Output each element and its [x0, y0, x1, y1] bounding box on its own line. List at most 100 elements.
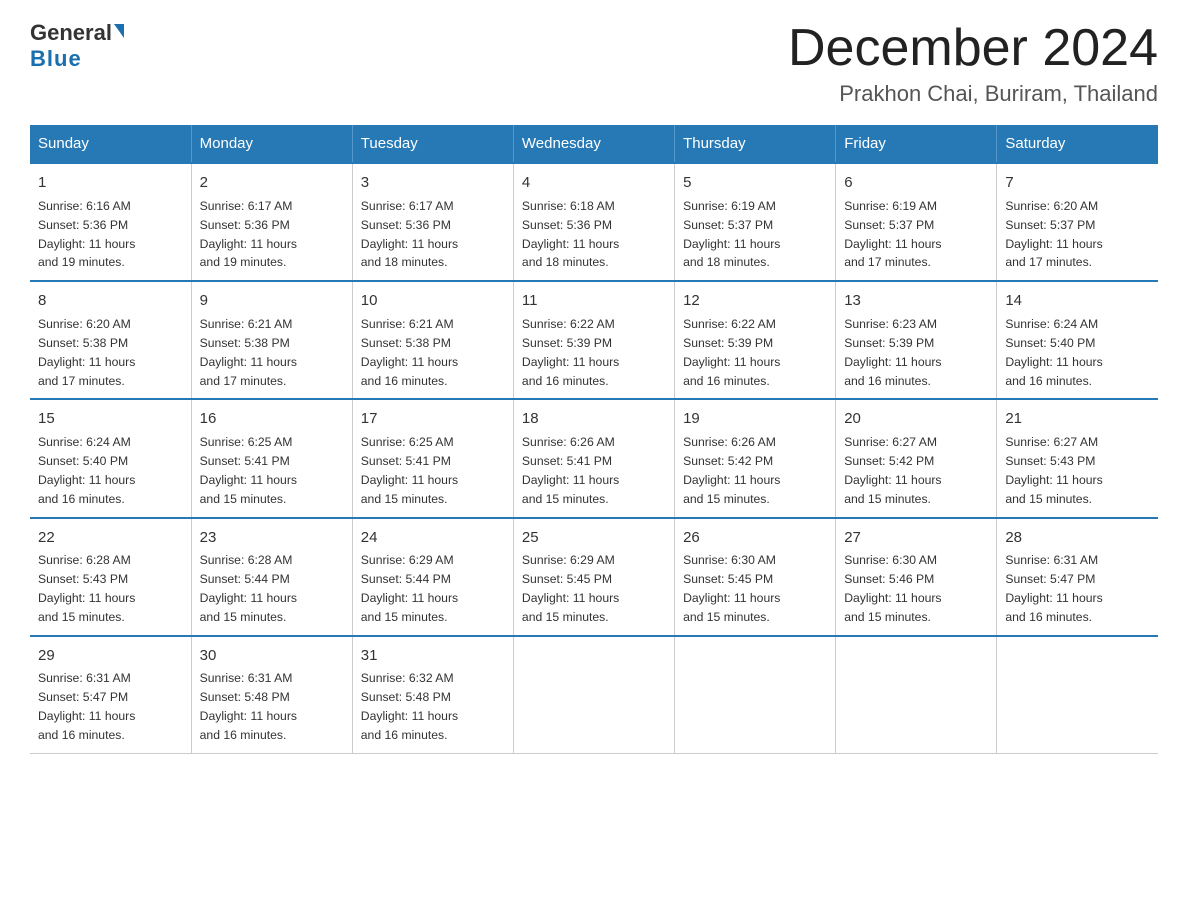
day-info: Sunrise: 6:27 AMSunset: 5:43 PMDaylight:…	[1005, 435, 1102, 506]
day-info: Sunrise: 6:26 AMSunset: 5:41 PMDaylight:…	[522, 435, 619, 506]
calendar-cell: 2 Sunrise: 6:17 AMSunset: 5:36 PMDayligh…	[191, 163, 352, 281]
day-number: 8	[38, 290, 183, 313]
day-info: Sunrise: 6:31 AMSunset: 5:47 PMDaylight:…	[38, 671, 135, 742]
calendar-cell: 10 Sunrise: 6:21 AMSunset: 5:38 PMDaylig…	[352, 281, 513, 399]
calendar-week-1: 1 Sunrise: 6:16 AMSunset: 5:36 PMDayligh…	[30, 163, 1158, 281]
calendar-cell: 6 Sunrise: 6:19 AMSunset: 5:37 PMDayligh…	[836, 163, 997, 281]
day-number: 27	[844, 527, 988, 550]
day-info: Sunrise: 6:28 AMSunset: 5:44 PMDaylight:…	[200, 553, 297, 624]
calendar-week-4: 22 Sunrise: 6:28 AMSunset: 5:43 PMDaylig…	[30, 518, 1158, 636]
day-info: Sunrise: 6:19 AMSunset: 5:37 PMDaylight:…	[683, 199, 780, 270]
calendar-cell	[513, 636, 674, 754]
calendar-header-monday: Monday	[191, 125, 352, 163]
calendar-header-row: SundayMondayTuesdayWednesdayThursdayFrid…	[30, 125, 1158, 163]
day-info: Sunrise: 6:20 AMSunset: 5:37 PMDaylight:…	[1005, 199, 1102, 270]
day-number: 19	[683, 408, 827, 431]
calendar-cell	[675, 636, 836, 754]
calendar-header-tuesday: Tuesday	[352, 125, 513, 163]
calendar-table: SundayMondayTuesdayWednesdayThursdayFrid…	[30, 125, 1158, 754]
day-info: Sunrise: 6:22 AMSunset: 5:39 PMDaylight:…	[683, 317, 780, 388]
calendar-cell: 3 Sunrise: 6:17 AMSunset: 5:36 PMDayligh…	[352, 163, 513, 281]
day-number: 7	[1005, 172, 1150, 195]
day-number: 22	[38, 527, 183, 550]
day-number: 18	[522, 408, 666, 431]
day-number: 11	[522, 290, 666, 313]
calendar-cell: 11 Sunrise: 6:22 AMSunset: 5:39 PMDaylig…	[513, 281, 674, 399]
calendar-week-5: 29 Sunrise: 6:31 AMSunset: 5:47 PMDaylig…	[30, 636, 1158, 754]
day-number: 2	[200, 172, 344, 195]
day-number: 17	[361, 408, 505, 431]
calendar-cell	[997, 636, 1158, 754]
day-info: Sunrise: 6:19 AMSunset: 5:37 PMDaylight:…	[844, 199, 941, 270]
day-info: Sunrise: 6:28 AMSunset: 5:43 PMDaylight:…	[38, 553, 135, 624]
day-info: Sunrise: 6:18 AMSunset: 5:36 PMDaylight:…	[522, 199, 619, 270]
day-number: 29	[38, 645, 183, 668]
day-info: Sunrise: 6:22 AMSunset: 5:39 PMDaylight:…	[522, 317, 619, 388]
day-info: Sunrise: 6:29 AMSunset: 5:45 PMDaylight:…	[522, 553, 619, 624]
calendar-cell	[836, 636, 997, 754]
calendar-cell: 23 Sunrise: 6:28 AMSunset: 5:44 PMDaylig…	[191, 518, 352, 636]
calendar-cell: 29 Sunrise: 6:31 AMSunset: 5:47 PMDaylig…	[30, 636, 191, 754]
calendar-cell: 19 Sunrise: 6:26 AMSunset: 5:42 PMDaylig…	[675, 399, 836, 517]
day-number: 10	[361, 290, 505, 313]
day-number: 30	[200, 645, 344, 668]
title-block: December 2024 Prakhon Chai, Buriram, Tha…	[788, 20, 1158, 107]
day-info: Sunrise: 6:32 AMSunset: 5:48 PMDaylight:…	[361, 671, 458, 742]
calendar-cell: 26 Sunrise: 6:30 AMSunset: 5:45 PMDaylig…	[675, 518, 836, 636]
calendar-cell: 27 Sunrise: 6:30 AMSunset: 5:46 PMDaylig…	[836, 518, 997, 636]
calendar-cell: 1 Sunrise: 6:16 AMSunset: 5:36 PMDayligh…	[30, 163, 191, 281]
day-info: Sunrise: 6:21 AMSunset: 5:38 PMDaylight:…	[361, 317, 458, 388]
calendar-header-saturday: Saturday	[997, 125, 1158, 163]
day-number: 15	[38, 408, 183, 431]
calendar-cell: 24 Sunrise: 6:29 AMSunset: 5:44 PMDaylig…	[352, 518, 513, 636]
day-number: 20	[844, 408, 988, 431]
calendar-cell: 15 Sunrise: 6:24 AMSunset: 5:40 PMDaylig…	[30, 399, 191, 517]
calendar-cell: 21 Sunrise: 6:27 AMSunset: 5:43 PMDaylig…	[997, 399, 1158, 517]
day-info: Sunrise: 6:23 AMSunset: 5:39 PMDaylight:…	[844, 317, 941, 388]
day-info: Sunrise: 6:26 AMSunset: 5:42 PMDaylight:…	[683, 435, 780, 506]
logo-blue-text: Blue	[30, 46, 82, 72]
day-number: 28	[1005, 527, 1150, 550]
calendar-cell: 20 Sunrise: 6:27 AMSunset: 5:42 PMDaylig…	[836, 399, 997, 517]
day-number: 14	[1005, 290, 1150, 313]
day-info: Sunrise: 6:31 AMSunset: 5:47 PMDaylight:…	[1005, 553, 1102, 624]
day-info: Sunrise: 6:31 AMSunset: 5:48 PMDaylight:…	[200, 671, 297, 742]
day-info: Sunrise: 6:16 AMSunset: 5:36 PMDaylight:…	[38, 199, 135, 270]
day-info: Sunrise: 6:25 AMSunset: 5:41 PMDaylight:…	[361, 435, 458, 506]
calendar-header-friday: Friday	[836, 125, 997, 163]
day-number: 4	[522, 172, 666, 195]
calendar-week-2: 8 Sunrise: 6:20 AMSunset: 5:38 PMDayligh…	[30, 281, 1158, 399]
day-number: 24	[361, 527, 505, 550]
day-info: Sunrise: 6:27 AMSunset: 5:42 PMDaylight:…	[844, 435, 941, 506]
calendar-cell: 18 Sunrise: 6:26 AMSunset: 5:41 PMDaylig…	[513, 399, 674, 517]
calendar-cell: 13 Sunrise: 6:23 AMSunset: 5:39 PMDaylig…	[836, 281, 997, 399]
calendar-cell: 22 Sunrise: 6:28 AMSunset: 5:43 PMDaylig…	[30, 518, 191, 636]
day-number: 25	[522, 527, 666, 550]
day-number: 13	[844, 290, 988, 313]
day-number: 21	[1005, 408, 1150, 431]
day-number: 16	[200, 408, 344, 431]
calendar-week-3: 15 Sunrise: 6:24 AMSunset: 5:40 PMDaylig…	[30, 399, 1158, 517]
day-info: Sunrise: 6:30 AMSunset: 5:45 PMDaylight:…	[683, 553, 780, 624]
day-number: 5	[683, 172, 827, 195]
day-info: Sunrise: 6:20 AMSunset: 5:38 PMDaylight:…	[38, 317, 135, 388]
calendar-cell: 16 Sunrise: 6:25 AMSunset: 5:41 PMDaylig…	[191, 399, 352, 517]
day-number: 9	[200, 290, 344, 313]
calendar-header-sunday: Sunday	[30, 125, 191, 163]
day-info: Sunrise: 6:24 AMSunset: 5:40 PMDaylight:…	[38, 435, 135, 506]
day-number: 6	[844, 172, 988, 195]
calendar-cell: 31 Sunrise: 6:32 AMSunset: 5:48 PMDaylig…	[352, 636, 513, 754]
logo: General Blue	[30, 20, 124, 72]
page-header: General Blue December 2024 Prakhon Chai,…	[30, 20, 1158, 107]
month-title: December 2024	[788, 20, 1158, 77]
day-info: Sunrise: 6:17 AMSunset: 5:36 PMDaylight:…	[200, 199, 297, 270]
day-number: 3	[361, 172, 505, 195]
calendar-cell: 5 Sunrise: 6:19 AMSunset: 5:37 PMDayligh…	[675, 163, 836, 281]
calendar-cell: 7 Sunrise: 6:20 AMSunset: 5:37 PMDayligh…	[997, 163, 1158, 281]
calendar-cell: 9 Sunrise: 6:21 AMSunset: 5:38 PMDayligh…	[191, 281, 352, 399]
day-number: 26	[683, 527, 827, 550]
calendar-cell: 25 Sunrise: 6:29 AMSunset: 5:45 PMDaylig…	[513, 518, 674, 636]
day-number: 23	[200, 527, 344, 550]
calendar-header-thursday: Thursday	[675, 125, 836, 163]
calendar-cell: 14 Sunrise: 6:24 AMSunset: 5:40 PMDaylig…	[997, 281, 1158, 399]
